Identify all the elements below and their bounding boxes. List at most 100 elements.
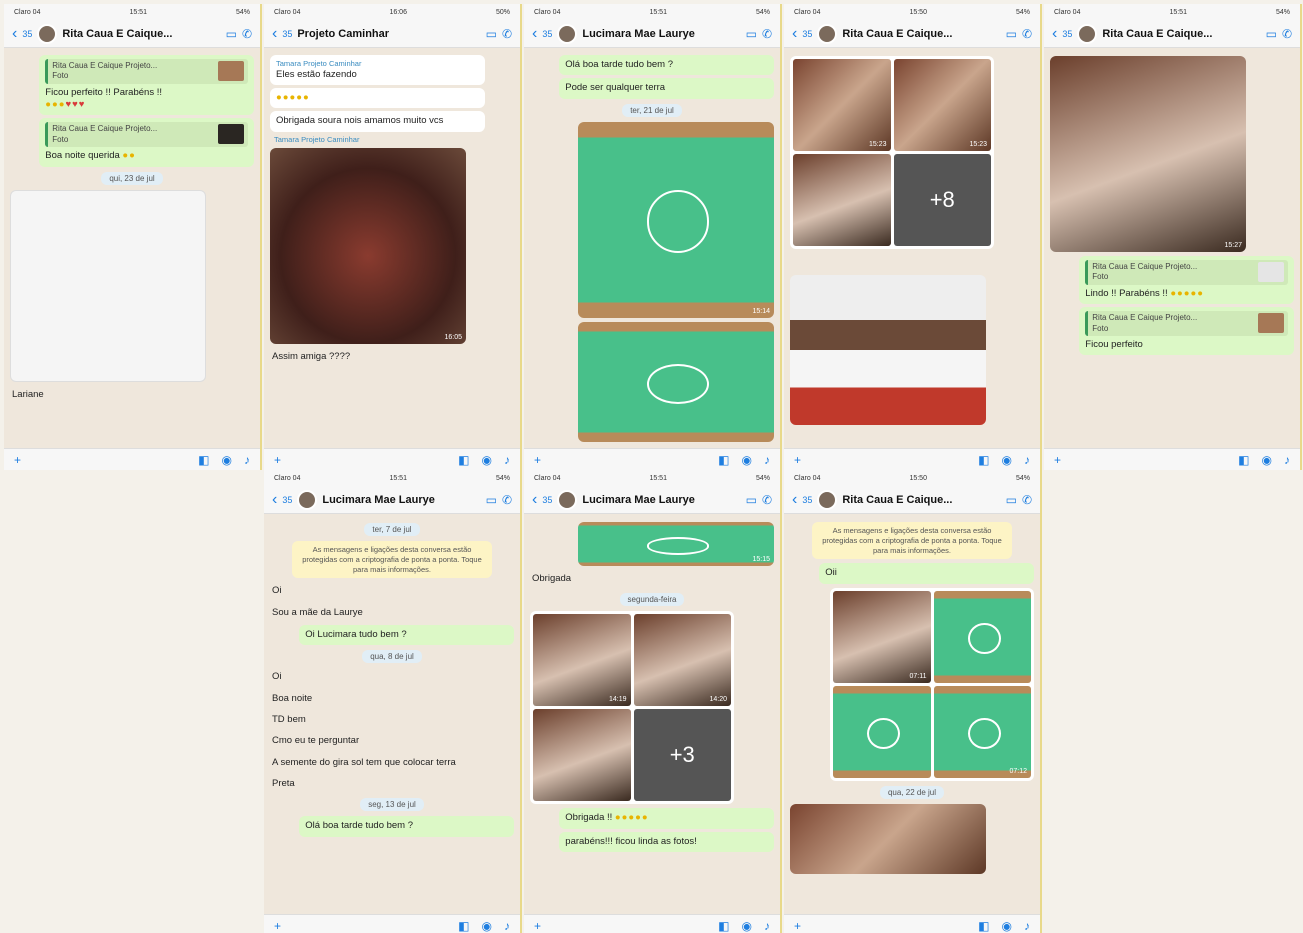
contact-name[interactable]: Lucimara Mae Laurye [582, 494, 740, 506]
video-call-icon[interactable]: ▭ [746, 27, 757, 41]
message-bubble[interactable]: Tamara Projeto Caminhar Eles estão fazen… [270, 55, 485, 86]
phone-call-icon[interactable]: ✆ [1022, 27, 1032, 41]
album-photo[interactable]: 14:20 [633, 614, 731, 707]
contact-name[interactable]: Lucimara Mae Laurye [322, 494, 480, 506]
plus-icon[interactable]: + [274, 453, 281, 467]
message-bubble[interactable]: Pode ser qualquer terra [559, 78, 774, 99]
phone-call-icon[interactable]: ✆ [502, 27, 512, 41]
back-chevron-icon[interactable]: ‹ [792, 491, 797, 509]
album-photo[interactable]: 14:19 [533, 614, 631, 707]
microphone-icon[interactable]: ♪ [504, 453, 510, 467]
encryption-notice[interactable]: As mensagens e ligações desta conversa e… [291, 541, 493, 579]
video-call-icon[interactable]: ▭ [1266, 27, 1277, 41]
avatar[interactable] [557, 489, 578, 510]
contact-name[interactable]: Rita Caua E Caique... [1102, 28, 1260, 40]
album-photo[interactable]: 07:12 [933, 685, 1031, 778]
plus-icon[interactable]: + [534, 919, 541, 933]
unread-count[interactable]: 35 [542, 495, 552, 505]
message-bubble[interactable]: Olá boa tarde tudo bem ? [559, 55, 774, 76]
group-name[interactable]: Projeto Caminhar [297, 28, 480, 40]
contact-name[interactable]: Lucimara Mae Laurye [582, 28, 740, 40]
microphone-icon[interactable]: ♪ [1024, 453, 1030, 467]
plus-icon[interactable]: + [14, 453, 21, 467]
avatar[interactable] [1077, 23, 1098, 44]
camera-icon[interactable]: ◉ [222, 453, 232, 467]
phone-call-icon[interactable]: ✆ [242, 27, 252, 41]
message-bubble[interactable]: Olá boa tarde tudo bem ? [299, 816, 514, 837]
contact-name[interactable]: Rita Caua E Caique... [62, 28, 220, 40]
album-photo[interactable] [790, 803, 986, 874]
sticker-icon[interactable]: ◧ [978, 453, 989, 467]
video-call-icon[interactable]: ▭ [746, 493, 757, 507]
sticker-icon[interactable]: ◧ [198, 453, 209, 467]
microphone-icon[interactable]: ♪ [504, 919, 510, 933]
kids-drawing-photo[interactable]: 16:05 [270, 147, 466, 344]
plus-icon[interactable]: + [274, 919, 281, 933]
phone-call-icon[interactable]: ✆ [762, 493, 772, 507]
sticker-icon[interactable]: ◧ [458, 453, 469, 467]
camera-icon[interactable]: ◉ [1002, 453, 1012, 467]
foosball-photo[interactable] [578, 321, 774, 442]
plus-icon[interactable]: + [1054, 453, 1061, 467]
quoted-message[interactable]: Rita Caua E Caique Projeto... Foto [1085, 311, 1288, 336]
video-call-icon[interactable]: ▭ [1006, 27, 1017, 41]
encryption-notice[interactable]: As mensagens e ligações desta conversa e… [811, 522, 1013, 560]
message-bubble[interactable]: Obrigada soura nois amamos muito vcs [270, 111, 485, 132]
more-photos-tile[interactable]: +8 [893, 154, 991, 246]
message-bubble[interactable]: Obrigada !! ●●●●● [559, 808, 774, 829]
plus-icon[interactable]: + [534, 453, 541, 467]
sticker-icon[interactable]: ◧ [1238, 453, 1249, 467]
sticker-icon[interactable]: ◧ [718, 919, 729, 933]
avatar[interactable] [817, 489, 838, 510]
plus-icon[interactable]: + [794, 453, 801, 467]
unread-count[interactable]: 35 [802, 495, 812, 505]
quoted-message[interactable]: Rita Caua E Caique Projeto... Foto [45, 59, 248, 84]
phone-call-icon[interactable]: ✆ [1282, 27, 1292, 41]
back-chevron-icon[interactable]: ‹ [12, 25, 17, 43]
unread-count[interactable]: 35 [1062, 29, 1072, 39]
album-photo[interactable]: 15:23 [793, 59, 891, 151]
album-photo[interactable] [933, 590, 1031, 683]
message-bubble[interactable]: Rita Caua E Caique Projeto... Foto Boa no… [39, 118, 254, 167]
message-bubble[interactable]: Rita Caua E Caique Projeto... Foto Ficou … [1079, 307, 1294, 356]
phone-call-icon[interactable]: ✆ [1022, 493, 1032, 507]
foosball-photo[interactable]: 15:14 [578, 121, 774, 318]
sticker-icon[interactable]: ◧ [718, 453, 729, 467]
album-photo[interactable] [533, 709, 631, 802]
unread-count[interactable]: 35 [282, 29, 292, 39]
microphone-icon[interactable]: ♪ [1024, 919, 1030, 933]
foosball-photo[interactable]: 15:15 [578, 522, 774, 566]
message-bubble[interactable]: Rita Caua E Caique Projeto... Foto Ficou … [39, 55, 254, 116]
avatar[interactable] [817, 23, 838, 44]
child-with-foosball-photo[interactable]: 15:27 [1050, 56, 1246, 252]
album-photo[interactable]: 07:11 [833, 590, 931, 683]
album-photo[interactable] [793, 154, 891, 246]
microphone-icon[interactable]: ♪ [764, 919, 770, 933]
camera-icon[interactable]: ◉ [482, 453, 492, 467]
unread-count[interactable]: 35 [802, 29, 812, 39]
back-chevron-icon[interactable]: ‹ [1052, 25, 1057, 43]
camera-icon[interactable]: ◉ [482, 919, 492, 933]
photo-album[interactable]: 14:19 14:20 +3 [530, 611, 734, 805]
quoted-message[interactable]: Rita Caua E Caique Projeto... Foto [45, 122, 248, 148]
photo-album[interactable]: 15:23 15:23 +8 [790, 56, 994, 249]
sticker-icon[interactable]: ◧ [458, 919, 469, 933]
video-call-icon[interactable]: ▭ [486, 493, 497, 507]
camera-icon[interactable]: ◉ [1002, 919, 1012, 933]
sticker-icon[interactable]: ◧ [978, 919, 989, 933]
avatar[interactable] [557, 23, 578, 44]
phone-call-icon[interactable]: ✆ [502, 493, 512, 507]
camera-icon[interactable]: ◉ [742, 453, 752, 467]
video-call-icon[interactable]: ▭ [486, 27, 497, 41]
microphone-icon[interactable]: ♪ [764, 453, 770, 467]
avatar[interactable] [37, 23, 58, 44]
message-bubble[interactable]: parabéns!!! ficou linda as fotos! [559, 831, 774, 853]
back-chevron-icon[interactable]: ‹ [272, 25, 277, 43]
message-bubble[interactable]: Oi Lucimara tudo bem ? [299, 624, 514, 646]
video-call-icon[interactable]: ▭ [1006, 493, 1017, 507]
camera-icon[interactable]: ◉ [742, 919, 752, 933]
microphone-icon[interactable]: ♪ [1284, 453, 1290, 467]
microphone-icon[interactable]: ♪ [244, 453, 250, 467]
back-chevron-icon[interactable]: ‹ [792, 25, 797, 43]
drawing-photo[interactable] [10, 189, 206, 382]
